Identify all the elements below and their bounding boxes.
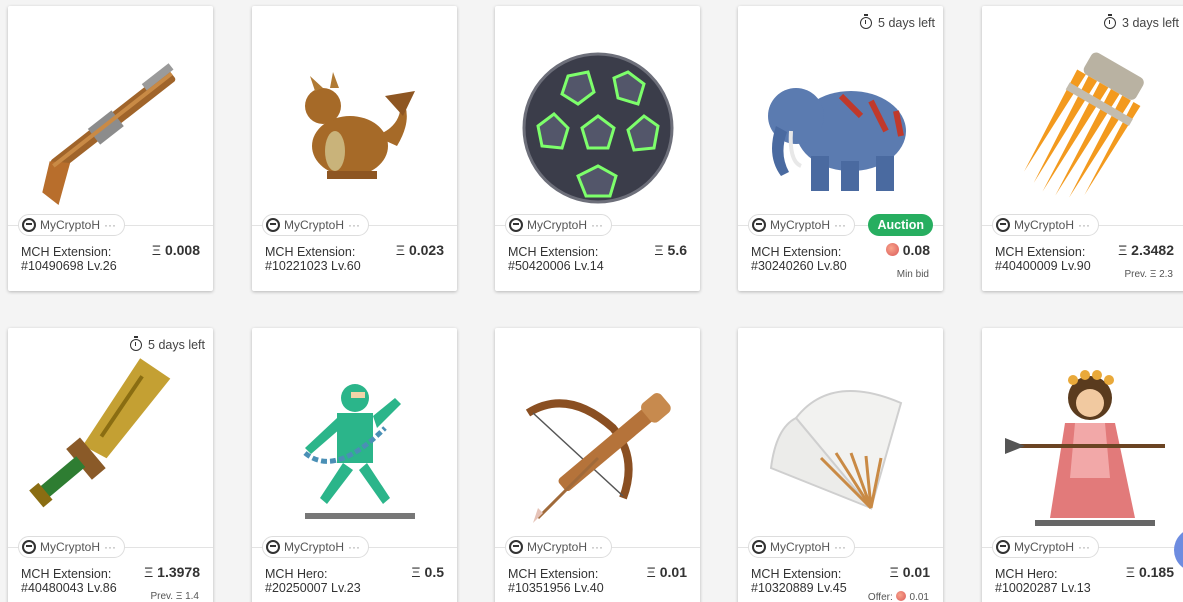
item-type: MCH Extension: [751,245,842,259]
item-price: Ξ 0.5 [411,564,444,580]
item-price: Ξ 5.6 [654,242,687,258]
item-type: MCH Extension: [508,245,599,259]
item-card[interactable]: MyCryptoH ··· MCH Extension: #10320889 Lv… [738,328,943,602]
item-image-fan [738,350,943,540]
item-id-level: #10490698 Lv.26 [21,259,117,273]
item-info: MCH Hero: #10020287 Lv.13 [995,567,1091,595]
mch-owner-icon [266,540,280,554]
item-type: MCH Extension: [508,567,599,581]
owner-chip[interactable]: MyCryptoH ··· [748,214,856,236]
item-image-musket [8,28,213,218]
item-info: MCH Extension: #50420006 Lv.14 [508,245,604,273]
item-id-level: #40480043 Lv.86 [21,581,117,595]
item-info: MCH Extension: #10221023 Lv.60 [265,245,361,273]
mch-owner-icon [509,218,523,232]
item-image-elephant [738,28,943,218]
mch-owner-icon [752,540,766,554]
offer-note: Offer: 0.01 [867,591,929,602]
item-id-level: #10320889 Lv.45 [751,581,847,595]
item-info: MCH Extension: #40480043 Lv.86 [21,567,117,595]
owner-chip[interactable]: MyCryptoH ··· [18,536,126,558]
item-type: MCH Extension: [21,245,112,259]
item-price: Ξ 1.3978 [144,564,200,580]
item-card[interactable]: MyCryptoH ··· MCH Extension: #10221023 Lv… [252,6,457,291]
item-id-level: #10351956 Lv.40 [508,581,604,595]
owner-chip[interactable]: MyCryptoH ··· [505,536,613,558]
item-image-sword [8,350,213,540]
mch-owner-icon [752,218,766,232]
item-card[interactable]: MyCryptoH ··· MCH Extension: #10490698 Lv… [8,6,213,291]
item-id-level: #10020287 Lv.13 [995,581,1091,595]
item-type: MCH Extension: [265,245,356,259]
item-type: MCH Extension: [995,245,1086,259]
owner-chip[interactable]: MyCryptoH ··· [505,214,613,236]
item-id-level: #50420006 Lv.14 [508,259,604,273]
item-image-arrows [982,28,1183,218]
item-card[interactable]: 5 days left MyCryptoH ··· Auction MCH Ext… [738,6,943,291]
previous-price: Prev. Ξ 1.4 [150,591,199,602]
item-info: MCH Extension: #40400009 Lv.90 [995,245,1091,273]
item-type: MCH Hero: [265,567,328,581]
item-price: Ξ 2.3482 [1118,242,1174,258]
item-id-level: #40400009 Lv.90 [995,259,1091,273]
item-info: MCH Extension: #10490698 Lv.26 [21,245,117,273]
item-id-level: #20250007 Lv.23 [265,581,361,595]
item-type: MCH Hero: [995,567,1058,581]
wc-coin-icon [895,591,906,601]
item-price: 0.08 [885,242,930,258]
item-price: Ξ 0.01 [646,564,687,580]
item-image-ninja [252,350,457,540]
mch-owner-icon [996,540,1010,554]
item-price: Ξ 0.023 [395,242,444,258]
owner-chip[interactable]: MyCryptoH ··· [262,536,370,558]
item-type: MCH Extension: [751,567,842,581]
item-image-crossbow [495,350,700,540]
owner-chip[interactable]: MyCryptoH ··· [992,536,1100,558]
item-info: MCH Extension: #10351956 Lv.40 [508,567,604,595]
owner-chip[interactable]: MyCryptoH ··· [18,214,126,236]
item-info: MCH Extension: #10320889 Lv.45 [751,567,847,595]
owner-chip[interactable]: MyCryptoH ··· [992,214,1100,236]
item-info: MCH Extension: #30240260 Lv.80 [751,245,847,273]
mch-owner-icon [509,540,523,554]
item-info: MCH Hero: #20250007 Lv.23 [265,567,361,595]
item-price: Ξ 0.008 [151,242,200,258]
item-image-hero [982,350,1183,540]
mch-owner-icon [266,218,280,232]
mch-owner-icon [22,540,36,554]
wc-coin-icon [885,243,899,256]
item-id-level: #10221023 Lv.60 [265,259,361,273]
item-card[interactable]: MyCryptoH ··· MCH Hero: #10020287 Lv.13 Ξ… [982,328,1183,602]
item-card[interactable]: MyCryptoH ··· MCH Hero: #20250007 Lv.23 Ξ… [252,328,457,602]
item-type: MCH Extension: [21,567,112,581]
item-id-level: #30240260 Lv.80 [751,259,847,273]
owner-chip[interactable]: MyCryptoH ··· [748,536,856,558]
item-image-ball [495,28,700,218]
item-card[interactable]: MyCryptoH ··· MCH Extension: #10351956 Lv… [495,328,700,602]
mch-owner-icon [22,218,36,232]
item-price: Ξ 0.185 [1125,564,1174,580]
item-card[interactable]: 5 days left MyCryptoH ··· MCH Extension: … [8,328,213,602]
item-price: Ξ 0.01 [889,564,930,580]
owner-chip[interactable]: MyCryptoH ··· [262,214,370,236]
mch-owner-icon [996,218,1010,232]
item-card[interactable]: 3 days left MyCryptoH··· MCH Extension: [982,6,1183,291]
previous-price: Prev. Ξ 2.3 [1124,269,1173,280]
price-note: Min bid [896,269,929,280]
item-image-dragon [252,28,457,218]
auction-badge: Auction [868,214,933,236]
item-card[interactable]: MyCryptoH ··· MCH Extension: #50420006 Lv… [495,6,700,291]
